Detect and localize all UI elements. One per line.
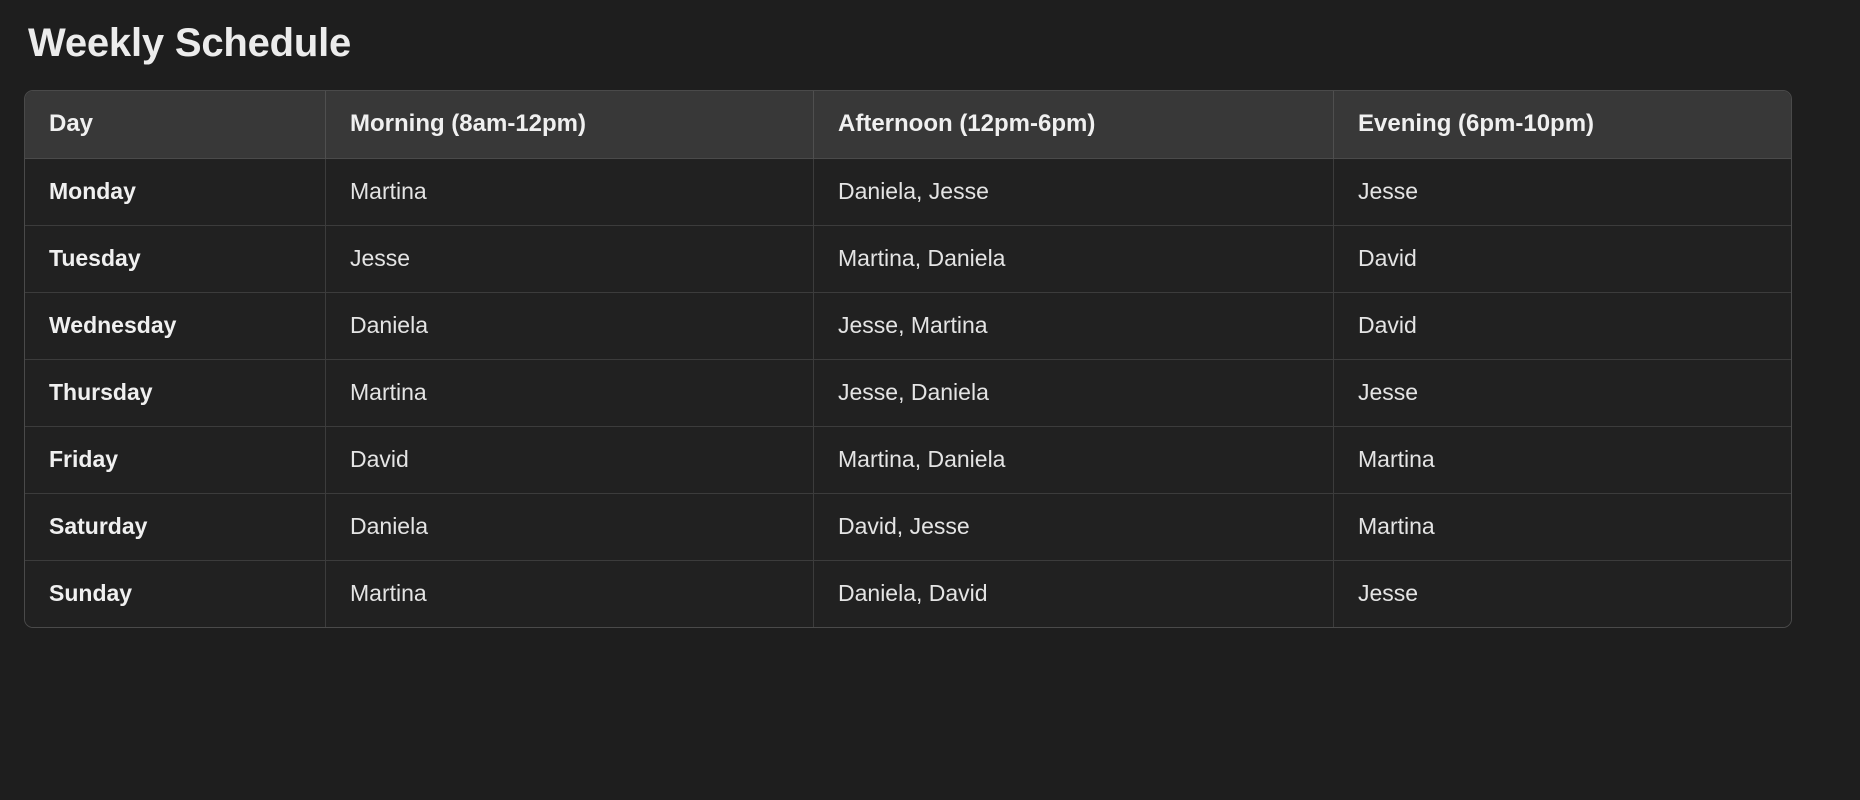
cell-evening: Jesse [1334,159,1791,226]
cell-afternoon: Daniela, David [814,561,1334,627]
column-header-evening: Evening (6pm-10pm) [1334,91,1791,159]
cell-afternoon: Martina, Daniela [814,427,1334,494]
cell-evening: Jesse [1334,360,1791,427]
cell-evening: Martina [1334,494,1791,561]
cell-evening: Jesse [1334,561,1791,627]
cell-day: Saturday [25,494,326,561]
table-row: Monday Martina Daniela, Jesse Jesse [25,159,1791,226]
cell-day: Friday [25,427,326,494]
cell-afternoon: Jesse, Martina [814,293,1334,360]
column-header-day: Day [25,91,326,159]
page-title: Weekly Schedule [28,21,352,65]
cell-morning: Daniela [326,494,814,561]
cell-day: Thursday [25,360,326,427]
table-row: Tuesday Jesse Martina, Daniela David [25,226,1791,293]
table-row: Saturday Daniela David, Jesse Martina [25,494,1791,561]
column-header-morning: Morning (8am-12pm) [326,91,814,159]
column-header-afternoon: Afternoon (12pm-6pm) [814,91,1334,159]
table-body: Monday Martina Daniela, Jesse Jesse Tues… [25,159,1791,627]
cell-morning: Martina [326,360,814,427]
cell-morning: Martina [326,561,814,627]
table-row: Sunday Martina Daniela, David Jesse [25,561,1791,627]
cell-evening: Martina [1334,427,1791,494]
schedule-table-container: Day Morning (8am-12pm) Afternoon (12pm-6… [24,90,1836,628]
table-row: Thursday Martina Jesse, Daniela Jesse [25,360,1791,427]
cell-afternoon: David, Jesse [814,494,1334,561]
page-root: Weekly Schedule Day Morning (8am-12pm) A… [0,0,1860,800]
table-header-row: Day Morning (8am-12pm) Afternoon (12pm-6… [25,91,1791,159]
table-row: Friday David Martina, Daniela Martina [25,427,1791,494]
cell-morning: Jesse [326,226,814,293]
cell-afternoon: Daniela, Jesse [814,159,1334,226]
weekly-schedule-table: Day Morning (8am-12pm) Afternoon (12pm-6… [24,90,1792,628]
cell-morning: Martina [326,159,814,226]
cell-afternoon: Martina, Daniela [814,226,1334,293]
cell-evening: David [1334,293,1791,360]
table-row: Wednesday Daniela Jesse, Martina David [25,293,1791,360]
cell-day: Tuesday [25,226,326,293]
cell-day: Wednesday [25,293,326,360]
cell-morning: David [326,427,814,494]
cell-day: Sunday [25,561,326,627]
cell-afternoon: Jesse, Daniela [814,360,1334,427]
cell-evening: David [1334,226,1791,293]
table-header: Day Morning (8am-12pm) Afternoon (12pm-6… [25,91,1791,159]
cell-morning: Daniela [326,293,814,360]
cell-day: Monday [25,159,326,226]
